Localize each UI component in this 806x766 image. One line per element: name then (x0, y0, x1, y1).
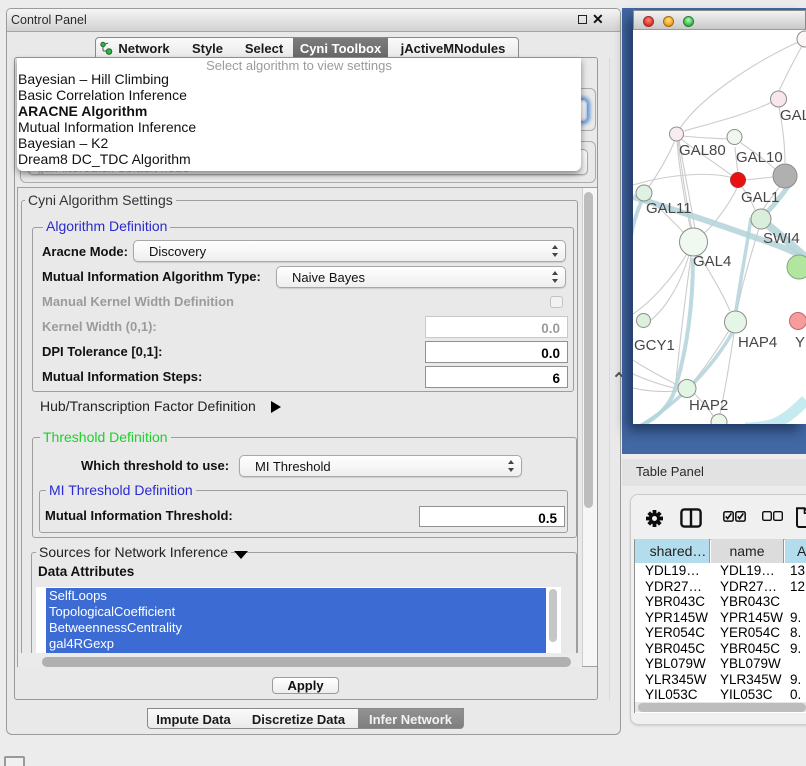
svg-text:GAL80: GAL80 (679, 142, 726, 159)
svg-text:GCY1: GCY1 (634, 337, 675, 354)
svg-text:GAL10: GAL10 (736, 149, 783, 166)
svg-text:Y: Y (795, 334, 805, 351)
svg-text:HAP2: HAP2 (689, 397, 728, 414)
svg-text:GAL11: GAL11 (646, 200, 692, 217)
svg-text:SWI4: SWI4 (763, 230, 800, 247)
svg-text:GAL7: GAL7 (780, 107, 806, 124)
svg-text:GAL1: GAL1 (741, 189, 779, 206)
svg-text:HAP4: HAP4 (738, 334, 777, 351)
svg-text:GAL4: GAL4 (693, 253, 731, 270)
